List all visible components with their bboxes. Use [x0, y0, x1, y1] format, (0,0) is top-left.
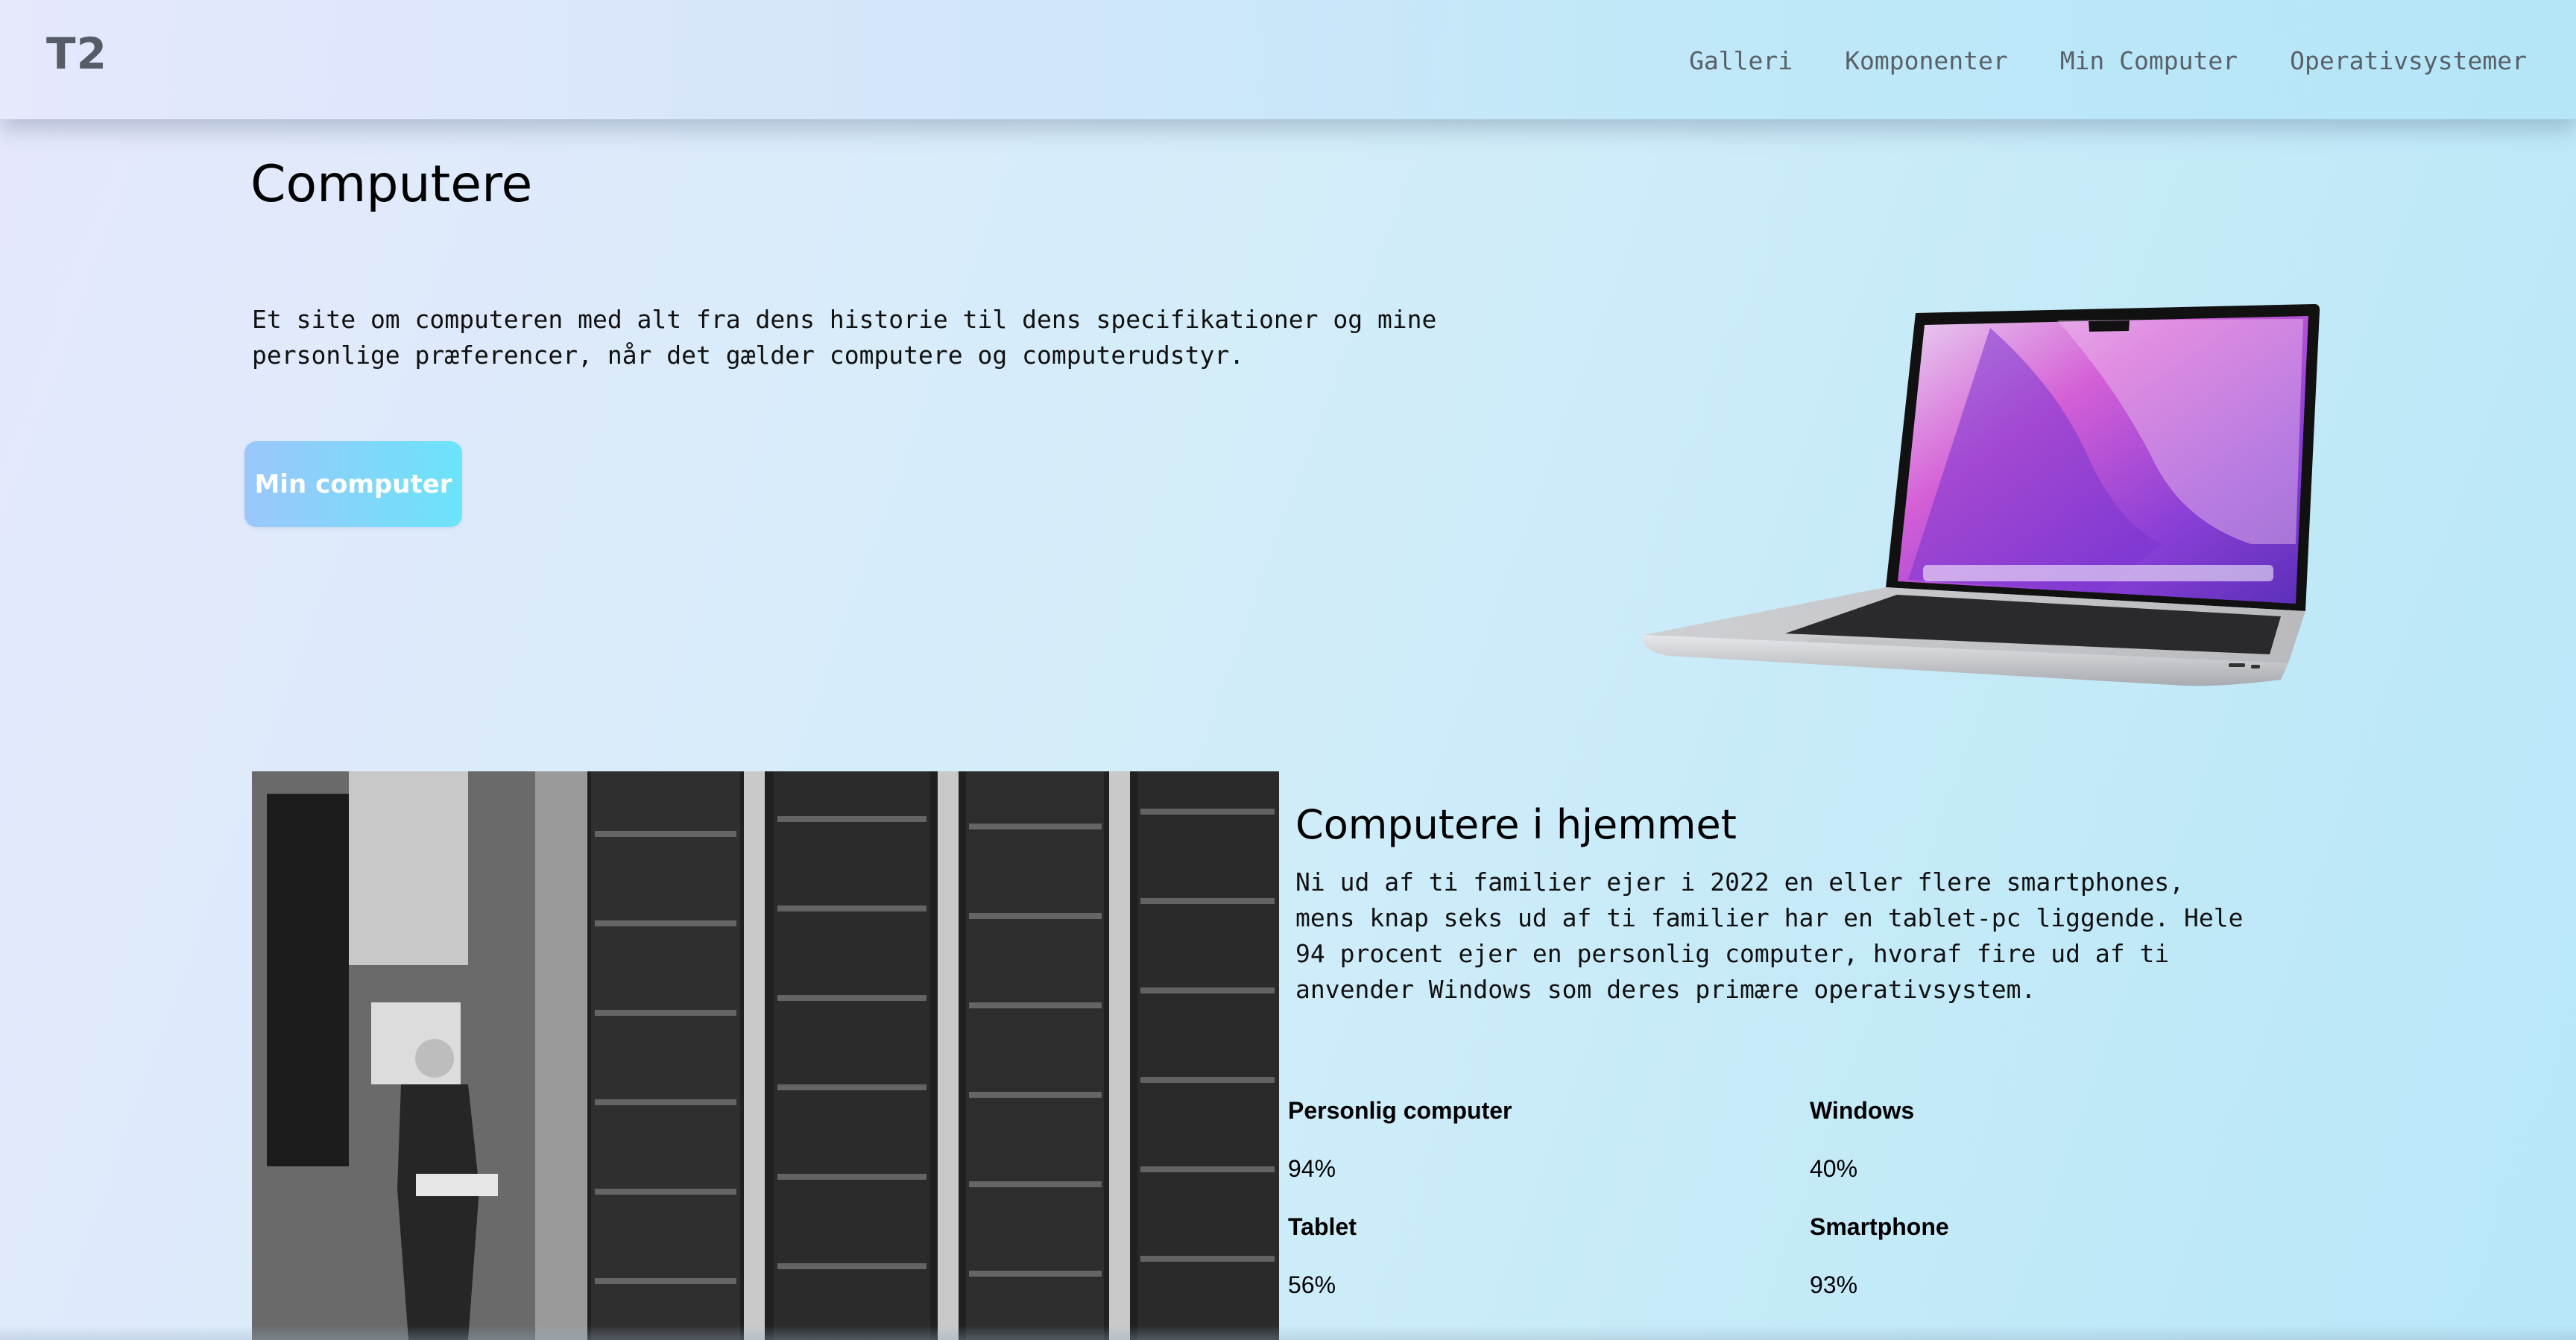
nav-link-min-computer[interactable]: Min Computer	[2060, 46, 2238, 75]
bottom-fade	[0, 1325, 2576, 1340]
nav-link-galleri[interactable]: Galleri	[1689, 46, 1793, 75]
stat-label-personlig-computer: Personlig computer	[1288, 1097, 1512, 1124]
intro-text: Et site om computeren med alt fra dens h…	[252, 305, 1437, 370]
nav-link-operativsystemer[interactable]: Operativsystemer	[2290, 46, 2527, 75]
navbar: T2 Galleri Komponenter Min Computer Oper…	[0, 0, 2576, 119]
stat-label-windows: Windows	[1810, 1097, 1915, 1124]
stat-value-personlig-computer: 94%	[1288, 1155, 1336, 1182]
stat-value-windows: 40%	[1810, 1155, 1858, 1182]
nav-links: Galleri Komponenter Min Computer Operati…	[1689, 46, 2527, 75]
site-logo[interactable]: T2	[46, 28, 107, 79]
laptop-image	[1643, 304, 2320, 686]
stat-label-tablet: Tablet	[1288, 1213, 1357, 1240]
stat-value-tablet: 56%	[1288, 1271, 1336, 1298]
page-title: Computere	[250, 155, 533, 214]
nav-link-komponenter[interactable]: Komponenter	[1845, 46, 2008, 75]
stat-value-smartphone: 93%	[1810, 1271, 1858, 1298]
section-title: Computere i hjemmet	[1295, 801, 1737, 848]
historic-computer-photo	[252, 771, 1279, 1340]
section-text: Ni ud af ti familier ejer i 2022 en elle…	[1295, 867, 2244, 1004]
min-computer-button[interactable]: Min computer	[244, 441, 462, 527]
stat-label-smartphone: Smartphone	[1810, 1213, 1949, 1240]
